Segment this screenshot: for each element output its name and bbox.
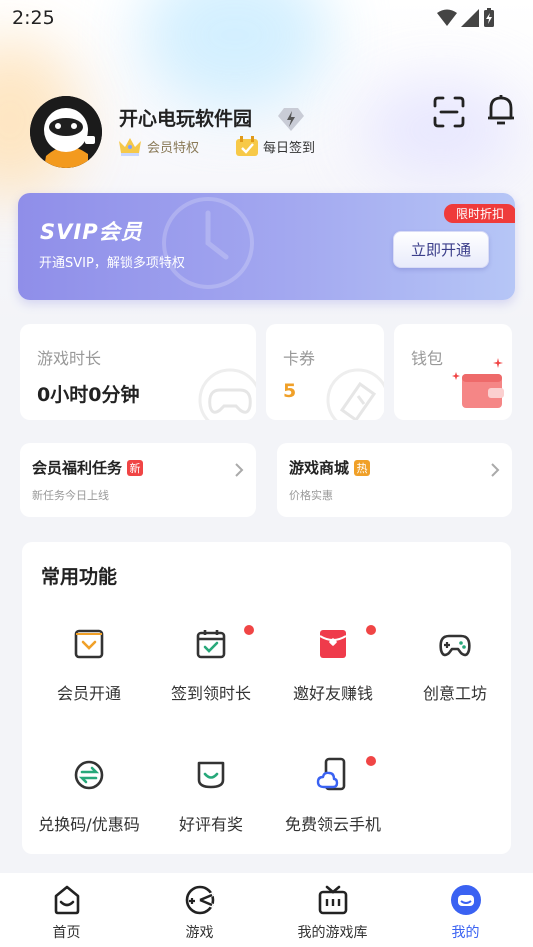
nav-label: 游戏 bbox=[185, 925, 214, 941]
coupons-value: 5 bbox=[283, 380, 297, 402]
member-tasks-label: 会员福利任务 bbox=[32, 459, 123, 477]
gamepad-icon bbox=[436, 625, 474, 663]
smile-icon bbox=[192, 756, 230, 794]
func-label: 兑换码/优惠码 bbox=[38, 815, 140, 834]
member-card-icon bbox=[70, 625, 108, 663]
ticket-decoration-icon bbox=[326, 368, 384, 420]
func-member-activate[interactable]: 会员开通 bbox=[24, 625, 154, 705]
nav-label: 我的 bbox=[451, 925, 480, 941]
member-privilege-label: 会员特权 bbox=[147, 140, 200, 156]
svip-title: SVIP会员 bbox=[40, 220, 143, 244]
daily-checkin-tag[interactable]: 每日签到 bbox=[235, 135, 315, 157]
member-tasks-subtitle: 新任务今日上线 bbox=[32, 489, 109, 502]
nav-label: 我的游戏库 bbox=[297, 925, 368, 941]
wallet-icon bbox=[452, 358, 504, 408]
status-icons bbox=[437, 8, 495, 28]
level-badge-icon[interactable] bbox=[277, 106, 305, 136]
svip-banner[interactable]: SVIP会员 开通SVIP，解锁多项特权 立即开通 限时折扣 bbox=[18, 193, 515, 300]
nav-game-library[interactable]: 我的游戏库 bbox=[266, 873, 399, 947]
game-store-card[interactable]: 游戏商城 热 价格实惠 bbox=[277, 443, 512, 517]
red-envelope-icon bbox=[314, 625, 352, 663]
username: 开心电玩软件园 bbox=[119, 108, 253, 130]
coupons-label: 卡券 bbox=[283, 349, 316, 368]
crown-icon bbox=[119, 138, 141, 156]
func-checkin-time[interactable]: 签到领时长 bbox=[146, 625, 276, 705]
func-free-cloud-phone[interactable]: 免费领云手机 bbox=[268, 756, 398, 836]
game-icon bbox=[183, 883, 217, 917]
chevron-right-icon bbox=[235, 463, 244, 477]
func-label: 会员开通 bbox=[56, 684, 121, 703]
svip-activate-button[interactable]: 立即开通 bbox=[393, 231, 489, 268]
wifi-icon bbox=[437, 9, 457, 26]
game-store-label: 游戏商城 bbox=[289, 459, 350, 477]
limited-discount-badge: 限时折扣 bbox=[444, 204, 515, 223]
common-functions-title: 常用功能 bbox=[41, 566, 118, 588]
coupons-card[interactable]: 卡券 5 bbox=[266, 324, 384, 420]
notification-dot bbox=[366, 756, 376, 766]
notification-dot bbox=[366, 625, 376, 635]
checkin-calendar-icon bbox=[236, 136, 258, 156]
func-creative-workshop[interactable]: 创意工坊 bbox=[390, 625, 511, 705]
svip-subtitle: 开通SVIP，解锁多项特权 bbox=[39, 256, 185, 271]
signal-icon bbox=[461, 9, 479, 27]
member-tasks-card[interactable]: 会员福利任务 新 新任务今日上线 bbox=[20, 443, 256, 517]
hot-badge: 热 bbox=[354, 459, 371, 476]
daily-checkin-label: 每日签到 bbox=[263, 140, 316, 156]
clock-decoration-icon bbox=[162, 197, 254, 289]
scan-icon[interactable] bbox=[432, 95, 466, 133]
library-icon bbox=[316, 883, 350, 917]
member-tasks-title: 会员福利任务 新 bbox=[32, 457, 144, 478]
func-review-reward[interactable]: 好评有奖 bbox=[146, 756, 276, 836]
wallet-card[interactable]: 钱包 bbox=[394, 324, 512, 420]
avatar[interactable] bbox=[30, 96, 102, 168]
func-label: 创意工坊 bbox=[422, 684, 487, 703]
notification-dot bbox=[244, 625, 254, 635]
nav-games[interactable]: 游戏 bbox=[133, 873, 266, 947]
func-label: 签到领时长 bbox=[170, 684, 251, 703]
home-icon bbox=[50, 883, 84, 917]
gamepad-decoration-icon bbox=[198, 368, 256, 420]
battery-icon bbox=[484, 8, 494, 27]
common-functions-panel: 常用功能 会员开通 签到领时长 邀好友赚钱 创意工坊 兑换码/优惠码 好评有奖 … bbox=[22, 542, 511, 854]
cloud-phone-icon bbox=[314, 756, 352, 794]
game-store-title: 游戏商城 热 bbox=[289, 457, 371, 478]
bottom-navigation: 首页 游戏 我的游戏库 我的 bbox=[0, 873, 533, 947]
notification-bell-icon[interactable] bbox=[485, 93, 517, 131]
func-label: 邀好友赚钱 bbox=[292, 684, 373, 703]
func-redeem-code[interactable]: 兑换码/优惠码 bbox=[24, 756, 154, 836]
func-label: 免费领云手机 bbox=[284, 815, 381, 834]
play-time-value: 0小时0分钟 bbox=[37, 384, 140, 406]
member-privilege-tag[interactable]: 会员特权 bbox=[117, 135, 199, 157]
play-time-label: 游戏时长 bbox=[37, 349, 102, 368]
status-time: 2:25 bbox=[12, 7, 55, 29]
func-invite-friends[interactable]: 邀好友赚钱 bbox=[268, 625, 398, 705]
nav-label: 首页 bbox=[52, 925, 81, 941]
calendar-check-icon bbox=[192, 625, 230, 663]
exchange-icon bbox=[70, 756, 108, 794]
play-time-card[interactable]: 游戏时长 0小时0分钟 bbox=[20, 324, 256, 420]
func-label: 好评有奖 bbox=[178, 815, 243, 834]
nav-home[interactable]: 首页 bbox=[0, 873, 133, 947]
nav-my-profile[interactable]: 我的 bbox=[399, 873, 532, 947]
profile-icon bbox=[449, 883, 483, 917]
wallet-label: 钱包 bbox=[411, 349, 444, 368]
chevron-right-icon bbox=[491, 463, 500, 477]
status-bar: 2:25 bbox=[0, 0, 533, 38]
new-badge: 新 bbox=[127, 459, 144, 476]
game-store-subtitle: 价格实惠 bbox=[289, 489, 333, 502]
